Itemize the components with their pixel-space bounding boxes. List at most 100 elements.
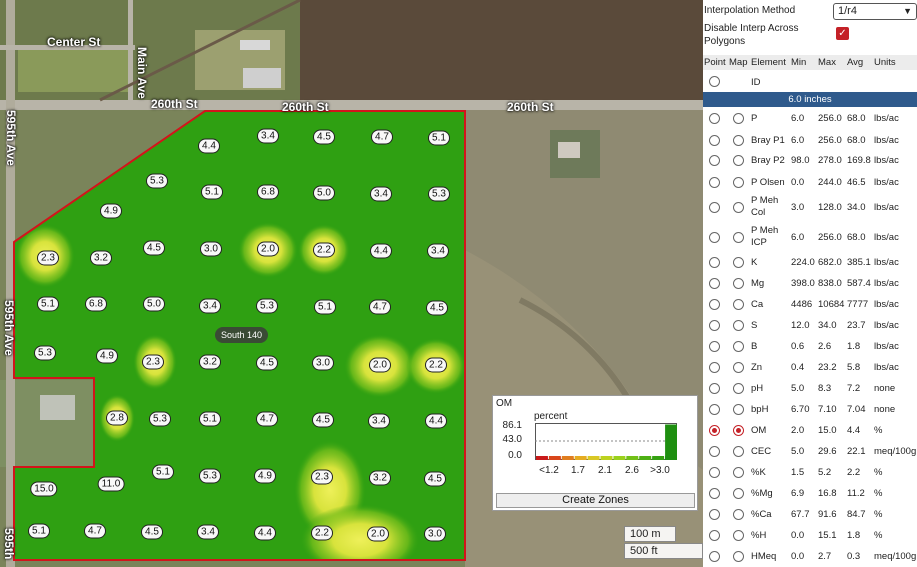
map-radio[interactable] <box>733 530 744 541</box>
sample-point[interactable]: 5.3 <box>146 173 168 189</box>
point-radio[interactable] <box>709 257 720 268</box>
sample-point[interactable]: 2.2 <box>425 357 447 373</box>
point-radio[interactable] <box>709 177 720 188</box>
sample-point[interactable]: 2.3 <box>311 469 333 485</box>
sample-point[interactable]: 2.0 <box>367 526 389 542</box>
point-radio[interactable] <box>709 404 720 415</box>
point-radio[interactable] <box>709 113 720 124</box>
sample-point[interactable]: 4.5 <box>313 129 335 145</box>
map-radio[interactable] <box>733 299 744 310</box>
map-radio[interactable] <box>733 446 744 457</box>
map-radio[interactable] <box>733 404 744 415</box>
point-radio[interactable] <box>709 155 720 166</box>
sample-point[interactable]: 5.0 <box>313 185 335 201</box>
sample-point[interactable]: 3.2 <box>90 250 112 266</box>
point-radio[interactable] <box>709 467 720 478</box>
sample-point[interactable]: 4.7 <box>84 523 106 539</box>
map-radio[interactable] <box>733 425 744 436</box>
sample-point[interactable]: 3.4 <box>199 298 221 314</box>
sample-point[interactable]: 5.1 <box>152 464 174 480</box>
map-radio[interactable] <box>733 362 744 373</box>
sample-point[interactable]: 5.0 <box>143 296 165 312</box>
sample-point[interactable]: 3.2 <box>199 354 221 370</box>
map-radio[interactable] <box>733 551 744 562</box>
sample-point[interactable]: 4.9 <box>254 468 276 484</box>
sample-point[interactable]: 11.0 <box>97 476 125 492</box>
sample-point[interactable]: 2.0 <box>257 241 279 257</box>
map-radio[interactable] <box>733 257 744 268</box>
sample-point[interactable]: 4.4 <box>425 413 447 429</box>
sample-point[interactable]: 3.4 <box>257 128 279 144</box>
map-radio[interactable] <box>733 488 744 499</box>
sample-point[interactable]: 5.3 <box>199 468 221 484</box>
map-radio[interactable] <box>733 113 744 124</box>
sample-point[interactable]: 5.1 <box>199 411 221 427</box>
sample-point[interactable]: 5.3 <box>428 186 450 202</box>
sample-point[interactable]: 4.5 <box>426 300 448 316</box>
sample-point[interactable]: 4.9 <box>100 203 122 219</box>
sample-point[interactable]: 3.4 <box>368 413 390 429</box>
map-radio[interactable] <box>733 509 744 520</box>
sample-point[interactable]: 3.0 <box>424 526 446 542</box>
sample-point[interactable]: 4.5 <box>424 471 446 487</box>
point-radio[interactable] <box>709 530 720 541</box>
sample-point[interactable]: 5.1 <box>28 523 50 539</box>
sample-point[interactable]: 2.8 <box>106 410 128 426</box>
map-radio[interactable] <box>733 202 744 213</box>
map-radio[interactable] <box>733 341 744 352</box>
sample-point[interactable]: 5.3 <box>149 411 171 427</box>
sample-point[interactable]: 4.7 <box>371 129 393 145</box>
sample-point[interactable]: 4.4 <box>370 243 392 259</box>
create-zones-button[interactable]: Create Zones <box>496 493 695 508</box>
sample-point[interactable]: 4.4 <box>254 525 276 541</box>
sample-point[interactable]: 2.2 <box>313 242 335 258</box>
sample-point[interactable]: 5.1 <box>201 184 223 200</box>
point-radio[interactable] <box>709 383 720 394</box>
sample-point[interactable]: 4.5 <box>312 412 334 428</box>
sample-point[interactable]: 5.1 <box>428 130 450 146</box>
sample-point[interactable]: 3.2 <box>369 470 391 486</box>
point-radio[interactable] <box>709 341 720 352</box>
sample-point[interactable]: 3.4 <box>370 186 392 202</box>
sample-point[interactable]: 2.2 <box>311 525 333 541</box>
sample-point[interactable]: 6.8 <box>257 184 279 200</box>
sample-point[interactable]: 2.3 <box>142 354 164 370</box>
field-label[interactable]: South 140 <box>215 327 269 343</box>
map-radio[interactable] <box>733 135 744 146</box>
point-radio[interactable] <box>709 278 720 289</box>
sample-point[interactable]: 4.5 <box>143 240 165 256</box>
sample-point[interactable]: 4.7 <box>256 411 278 427</box>
point-radio[interactable] <box>709 551 720 562</box>
point-radio[interactable] <box>709 232 720 243</box>
point-radio[interactable] <box>709 488 720 499</box>
sample-point[interactable]: 3.4 <box>197 524 219 540</box>
map-radio[interactable] <box>733 278 744 289</box>
interp-method-select[interactable]: 1/r4 ▼ <box>833 3 917 20</box>
sample-point[interactable]: 5.1 <box>314 299 336 315</box>
sample-point[interactable]: 3.4 <box>427 243 449 259</box>
sample-point[interactable]: 4.9 <box>96 348 118 364</box>
point-radio[interactable] <box>709 320 720 331</box>
point-radio[interactable] <box>709 509 720 520</box>
map-view[interactable]: Center St Main Ave 260th St 260th St 260… <box>0 0 703 567</box>
sample-point[interactable]: 15.0 <box>30 481 58 497</box>
point-radio[interactable] <box>709 135 720 146</box>
map-radio[interactable] <box>733 232 744 243</box>
sample-point[interactable]: 2.0 <box>369 357 391 373</box>
sample-point[interactable]: 2.3 <box>37 250 59 266</box>
id-point-radio[interactable] <box>709 76 720 87</box>
sample-point[interactable]: 4.5 <box>141 524 163 540</box>
map-radio[interactable] <box>733 177 744 188</box>
sample-point[interactable]: 4.7 <box>369 299 391 315</box>
sample-point[interactable]: 6.8 <box>85 296 107 312</box>
point-radio[interactable] <box>709 446 720 457</box>
map-radio[interactable] <box>733 383 744 394</box>
sample-point[interactable]: 3.0 <box>312 355 334 371</box>
disable-interp-checkbox[interactable]: ✓ <box>836 27 849 40</box>
sample-point[interactable]: 3.0 <box>200 241 222 257</box>
map-radio[interactable] <box>733 467 744 478</box>
sample-point[interactable]: 5.3 <box>256 298 278 314</box>
map-radio[interactable] <box>733 320 744 331</box>
point-radio[interactable] <box>709 299 720 310</box>
sample-point[interactable]: 4.5 <box>256 355 278 371</box>
